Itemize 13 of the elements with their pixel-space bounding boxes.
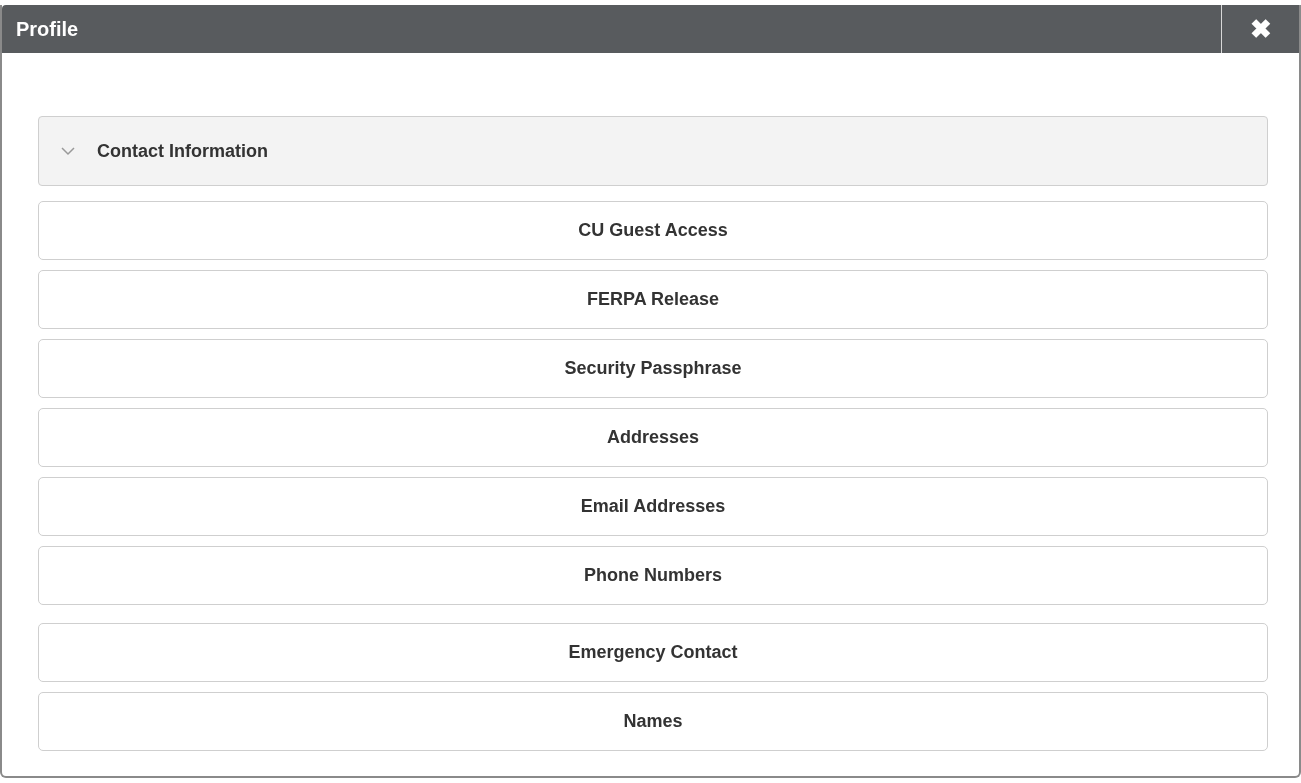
section-title: Contact Information: [97, 140, 268, 162]
profile-link-button[interactable]: Phone Numbers: [38, 546, 1268, 605]
chevron-icon: [61, 146, 75, 156]
profile-link-button[interactable]: Names: [38, 692, 1268, 751]
dialog-title: Profile: [15, 16, 80, 42]
profile-link-button[interactable]: Email Addresses: [38, 477, 1268, 536]
profile-link-button[interactable]: FERPA Release: [38, 270, 1268, 329]
accordion-header[interactable]: Contact Information: [38, 116, 1268, 186]
profile-link-button[interactable]: Addresses: [38, 408, 1268, 467]
profile-link-button[interactable]: CU Guest Access: [38, 201, 1268, 260]
profile-link-button[interactable]: Emergency Contact: [38, 623, 1268, 682]
profile-link-button[interactable]: Security Passphrase: [38, 339, 1268, 398]
close-button[interactable]: ✖: [1221, 5, 1299, 53]
